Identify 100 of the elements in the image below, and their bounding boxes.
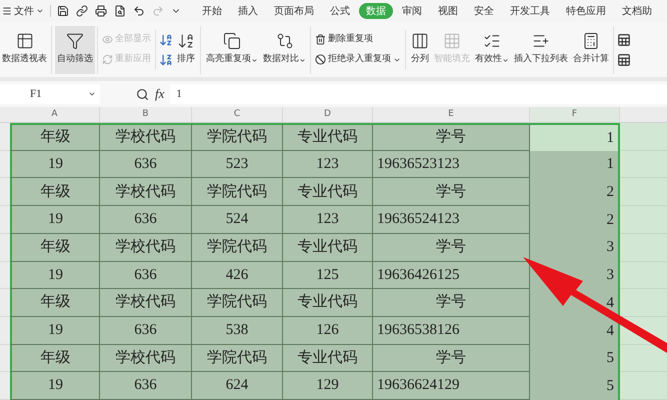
menu-tab[interactable]: 开始 xyxy=(195,3,229,19)
table-cell: 学院代码 xyxy=(192,289,283,317)
table-cell: 学院代码 xyxy=(192,234,283,262)
table-cell: 专业代码 xyxy=(283,178,373,206)
table-cell: 4 xyxy=(530,316,620,345)
ribbon-button[interactable]: 删除重复项 xyxy=(314,30,402,50)
menu-tab[interactable]: 插入 xyxy=(231,3,265,19)
column-header[interactable]: C xyxy=(192,107,283,122)
table-cell: 523 xyxy=(192,150,283,178)
table-icon xyxy=(16,32,34,50)
table-cell: 3 xyxy=(530,234,620,262)
table-cell: 学院代码 xyxy=(192,178,283,206)
table-cell: 专业代码 xyxy=(283,344,373,372)
column-header[interactable]: D xyxy=(283,107,373,122)
table-cell: 19 xyxy=(10,150,100,178)
table-cell: 123 xyxy=(283,206,373,234)
table-cell: 年级 xyxy=(10,123,100,151)
formula-input[interactable]: 1 xyxy=(170,84,667,104)
table-cell: 学号 xyxy=(373,344,530,372)
grid-icon xyxy=(443,32,461,50)
ribbon-button[interactable]: 高亮重复项 xyxy=(204,26,260,74)
filter-icon xyxy=(66,32,84,50)
table-cell: 19636538126 xyxy=(373,316,530,345)
table-cell: 19 xyxy=(10,262,100,290)
table-cell: 636 xyxy=(100,262,192,290)
table-cell: 学号 xyxy=(373,178,530,206)
menu-tab[interactable]: 特色应用 xyxy=(559,3,613,19)
column-header[interactable]: B xyxy=(100,107,192,122)
sheet-icon[interactable] xyxy=(617,52,631,66)
table-cell: 123 xyxy=(283,150,373,178)
menu-tab[interactable]: 开发工具 xyxy=(503,3,557,19)
table-cell: 624 xyxy=(192,372,283,400)
table-cell: 1 xyxy=(530,150,620,178)
sort-ascending-icon[interactable] xyxy=(159,32,173,46)
column-header[interactable]: F xyxy=(530,107,620,122)
column-header[interactable]: A xyxy=(10,107,100,122)
caret-icon xyxy=(88,90,96,98)
table-cell: 学校代码 xyxy=(100,234,192,262)
table-cell: 专业代码 xyxy=(283,289,373,317)
table-cell: 5 xyxy=(530,344,620,372)
table-cell: 2 xyxy=(530,178,620,206)
table-cell: 学院代码 xyxy=(192,123,283,151)
columns-icon xyxy=(411,32,429,50)
table-cell: 1 xyxy=(530,123,620,151)
file-menu[interactable]: 文件 xyxy=(2,4,44,18)
ribbon-button[interactable]: 拒绝录入重复项 xyxy=(314,50,402,70)
menu-tab[interactable]: 页面布局 xyxy=(267,3,321,19)
table-cell: 636 xyxy=(100,206,192,234)
ribbon-button[interactable]: 插入下拉列表 xyxy=(512,26,570,74)
table-cell: 126 xyxy=(283,316,373,345)
calculator-icon xyxy=(582,32,600,50)
ribbon-button[interactable]: 自动筛选 xyxy=(55,26,95,74)
table-cell: 125 xyxy=(283,262,373,290)
menu-tab[interactable]: 安全 xyxy=(467,3,501,19)
table-cell: 年级 xyxy=(10,234,100,262)
sheet-icon[interactable] xyxy=(617,32,631,46)
table-cell: 专业代码 xyxy=(283,123,373,151)
table-cell: 年级 xyxy=(10,178,100,206)
undo-icon[interactable] xyxy=(133,5,145,17)
table-cell: 426 xyxy=(192,262,283,290)
menu-tab[interactable]: 文档助 xyxy=(615,3,659,19)
table-cell: 年级 xyxy=(10,289,100,317)
preview-icon[interactable] xyxy=(114,5,126,17)
table-cell: 19636624129 xyxy=(373,372,530,400)
sort-icon xyxy=(177,32,195,50)
ribbon-button[interactable]: 合并计算 xyxy=(571,26,611,74)
ribbon-button[interactable]: 分列 xyxy=(409,26,431,74)
table-cell: 学校代码 xyxy=(100,123,192,151)
menu-tab[interactable]: 审阅 xyxy=(395,3,429,19)
menu-tab[interactable]: 公式 xyxy=(323,3,357,19)
table-cell: 5 xyxy=(530,372,620,400)
save-icon[interactable] xyxy=(57,5,69,17)
link-icon[interactable] xyxy=(76,5,88,17)
compare-icon xyxy=(276,32,294,50)
name-box[interactable]: F1 xyxy=(0,84,100,104)
table-cell: 19636426125 xyxy=(373,262,530,290)
trash-icon xyxy=(315,34,326,45)
table-cell: 2 xyxy=(530,206,620,234)
ban-icon xyxy=(315,54,326,65)
table-cell: 19 xyxy=(10,316,100,345)
print-icon[interactable] xyxy=(95,5,107,17)
table-cell: 19636524123 xyxy=(373,206,530,234)
function-label[interactable]: fx xyxy=(155,84,164,104)
table-cell: 19 xyxy=(10,372,100,400)
table-cell: 学号 xyxy=(373,289,530,317)
ribbon-button[interactable]: 数据透视表 xyxy=(0,26,49,74)
table-cell: 524 xyxy=(192,206,283,234)
ribbon-button[interactable]: 有效性 xyxy=(473,26,511,74)
sort-descending-icon[interactable] xyxy=(159,52,173,66)
refresh-icon xyxy=(102,54,113,65)
table-cell: 学号 xyxy=(373,123,530,151)
zoom-icon[interactable] xyxy=(136,88,149,100)
menu-icon xyxy=(2,6,12,16)
ribbon-button[interactable]: 数据对比 xyxy=(261,26,308,74)
table-cell: 学校代码 xyxy=(100,289,192,317)
ribbon-button[interactable]: 排序 xyxy=(175,26,197,74)
eye-icon xyxy=(102,34,113,45)
table-cell: 年级 xyxy=(10,344,100,372)
menu-tab[interactable]: 视图 xyxy=(431,3,465,19)
table-cell: 636 xyxy=(100,316,192,345)
